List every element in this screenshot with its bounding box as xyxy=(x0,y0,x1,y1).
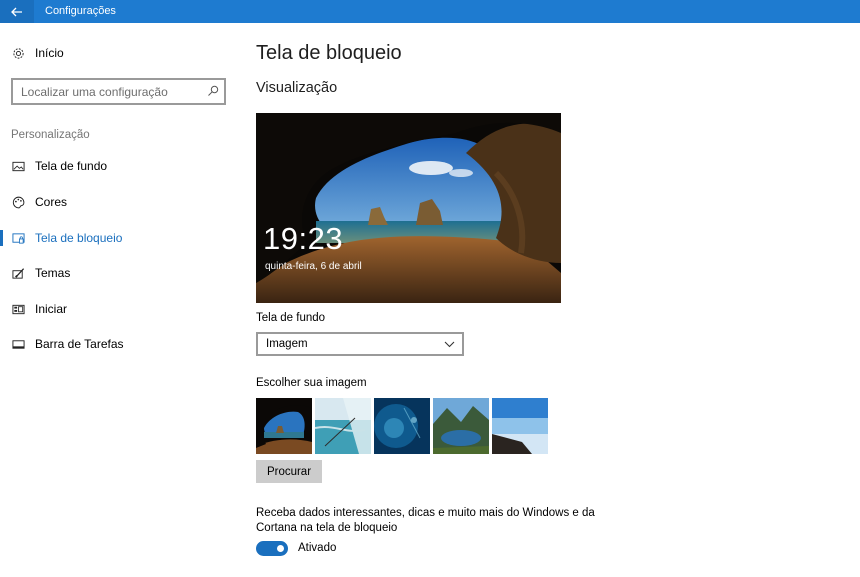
title-bar: Configurações xyxy=(0,0,860,23)
chevron-down-icon xyxy=(444,341,455,348)
palette-icon xyxy=(11,195,25,209)
sidebar-item-lock-screen[interactable]: Tela de bloqueio xyxy=(0,223,240,253)
sidebar-item-home[interactable]: Início xyxy=(0,38,240,68)
sidebar-item-start[interactable]: Iniciar xyxy=(0,294,240,324)
back-arrow-icon xyxy=(11,7,22,16)
start-icon xyxy=(11,302,25,316)
background-select[interactable]: Imagem xyxy=(256,332,464,356)
image-thumbnail[interactable] xyxy=(315,398,371,454)
image-thumbnail[interactable] xyxy=(433,398,489,454)
brush-icon xyxy=(11,266,25,280)
back-button[interactable] xyxy=(0,0,34,23)
image-thumbnails xyxy=(256,398,556,454)
lock-screen-tips-toggle[interactable] xyxy=(256,541,288,556)
background-select-value: Imagem xyxy=(266,338,308,350)
gear-icon xyxy=(11,46,25,60)
window-title: Configurações xyxy=(45,5,116,17)
sidebar-item-label: Iniciar xyxy=(35,302,68,316)
sidebar-item-themes[interactable]: Temas xyxy=(0,258,240,288)
preview-heading: Visualização xyxy=(256,80,338,96)
taskbar-icon xyxy=(11,337,25,351)
sidebar-item-colors[interactable]: Cores xyxy=(0,187,240,217)
choose-image-label: Escolher sua imagem xyxy=(256,377,367,389)
search-input[interactable]: Localizar uma configuração xyxy=(11,78,226,105)
image-thumbnail[interactable] xyxy=(374,398,430,454)
toggle-knob xyxy=(277,545,284,552)
lock-screen-tips-text: Receba dados interessantes, dicas e muit… xyxy=(256,507,595,534)
image-thumbnail[interactable] xyxy=(256,398,312,454)
browse-button[interactable]: Procurar xyxy=(256,460,322,483)
image-thumbnail[interactable] xyxy=(492,398,548,454)
sidebar-item-label: Temas xyxy=(35,266,71,280)
sidebar-item-label: Início xyxy=(35,46,64,60)
search-placeholder: Localizar uma configuração xyxy=(21,85,168,99)
lock-screen-icon xyxy=(11,231,25,245)
picture-icon xyxy=(11,159,25,173)
section-label: Personalização xyxy=(11,129,90,141)
main-content: Tela de bloqueio Visualização 19:23 quin… xyxy=(256,23,856,577)
page-title: Tela de bloqueio xyxy=(256,42,402,64)
sidebar: Início Localizar uma configuração Person… xyxy=(0,23,240,577)
preview-image xyxy=(256,113,561,303)
sidebar-item-label: Barra de Tarefas xyxy=(35,337,124,351)
sidebar-item-taskbar[interactable]: Barra de Tarefas xyxy=(0,329,240,359)
lock-screen-preview: 19:23 quinta-feira, 6 de abril xyxy=(256,113,561,303)
toggle-state-label: Ativado xyxy=(298,542,337,554)
sidebar-item-background[interactable]: Tela de fundo xyxy=(0,151,240,181)
sidebar-item-label: Cores xyxy=(35,195,68,209)
background-label: Tela de fundo xyxy=(256,312,326,324)
search-icon xyxy=(208,85,219,96)
preview-clock: 19:23 xyxy=(263,221,344,256)
sidebar-item-label: Tela de bloqueio xyxy=(35,231,123,245)
preview-date: quinta-feira, 6 de abril xyxy=(265,261,362,272)
sidebar-item-label: Tela de fundo xyxy=(35,159,108,173)
